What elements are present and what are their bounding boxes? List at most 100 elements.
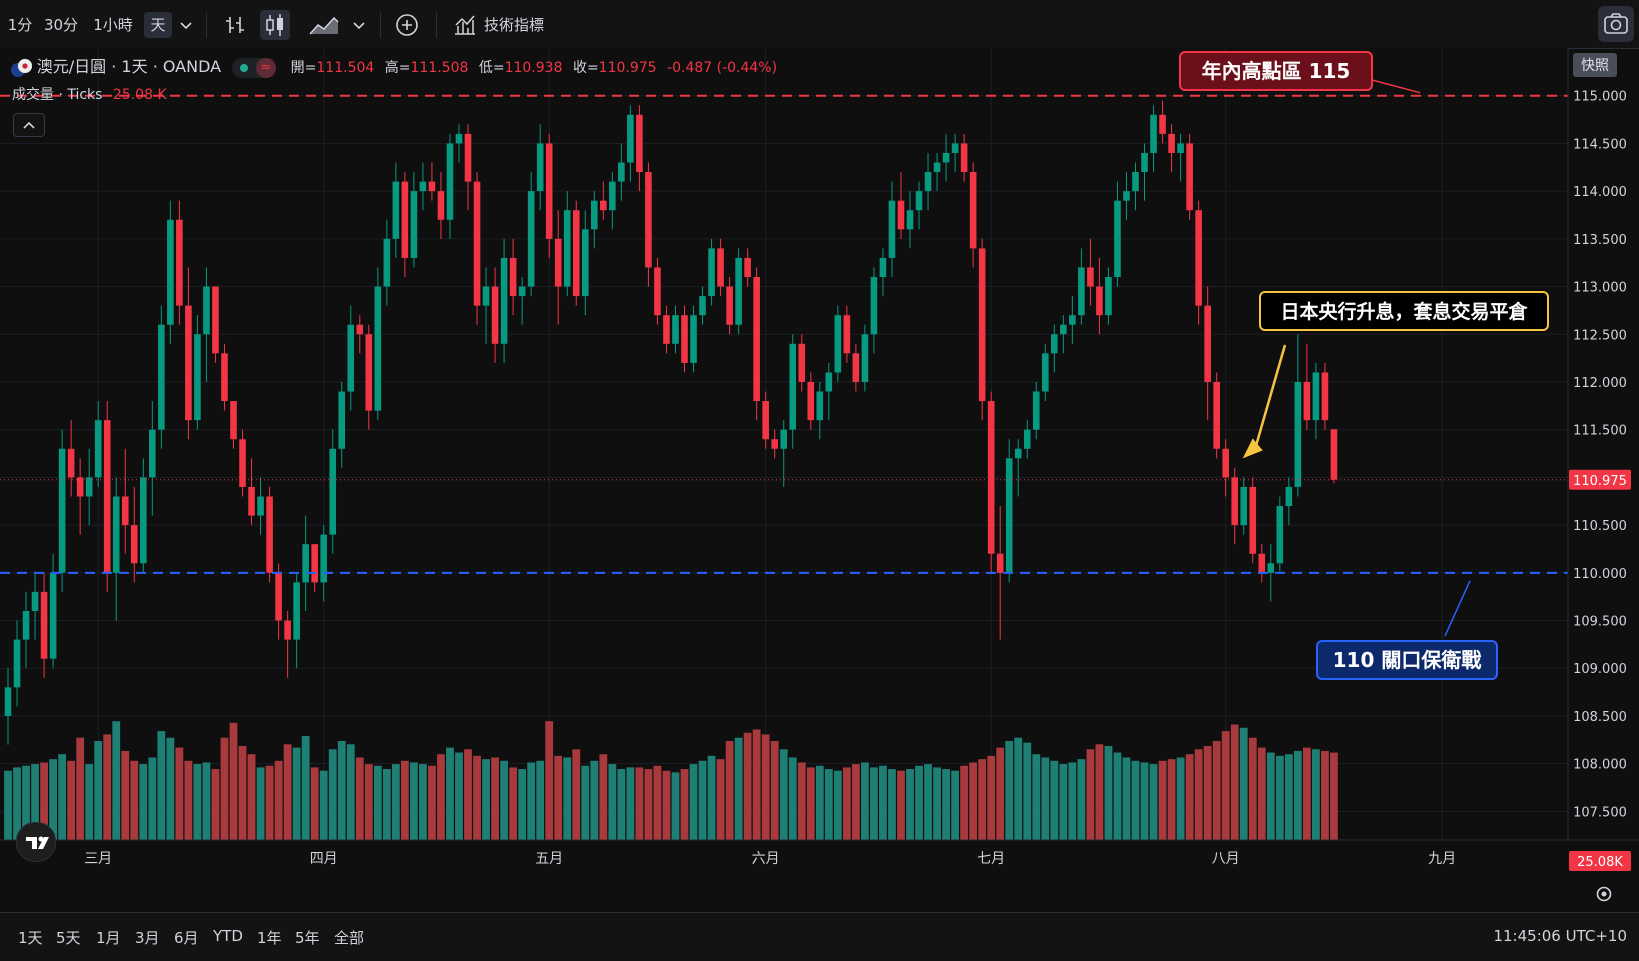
volume-bar: [1230, 724, 1239, 840]
range-5d-button[interactable]: 5天: [56, 927, 81, 948]
candle-body: [401, 181, 409, 258]
candle-body: [798, 343, 806, 382]
volume-bar: [698, 760, 707, 840]
candle-body: [663, 315, 670, 344]
tradingview-logo[interactable]: [16, 822, 56, 862]
candle-body: [149, 429, 156, 478]
volume-bar: [1032, 754, 1041, 840]
volume-bar: [58, 754, 67, 840]
volume-bar: [527, 762, 536, 840]
candle-body: [275, 572, 282, 621]
candle-body: [1267, 563, 1275, 573]
range-all-button[interactable]: 全部: [334, 927, 364, 948]
candle-body: [1294, 381, 1302, 487]
volume-bar: [1293, 750, 1302, 840]
candle-body: [1005, 458, 1013, 573]
volume-bar: [1302, 747, 1311, 840]
volume-bar: [382, 769, 391, 840]
volume-bar: [969, 762, 978, 840]
volume-bar: [428, 765, 436, 840]
volume-bar: [148, 757, 157, 840]
chart-settings-gear-icon[interactable]: [1596, 886, 1612, 902]
volume-bar: [815, 765, 824, 840]
candle-body: [699, 296, 706, 316]
candle-body: [672, 315, 679, 344]
candle-body: [1060, 324, 1067, 335]
volume-bar: [482, 759, 490, 840]
candle-body: [1186, 143, 1193, 211]
candle-body: [654, 267, 661, 316]
collapse-legend-button[interactable]: [13, 113, 45, 137]
candle-body: [1150, 114, 1157, 153]
volume-bar: [861, 762, 869, 840]
candle-body: [1087, 267, 1094, 287]
volume-bar: [419, 764, 427, 840]
candle-body: [1123, 191, 1130, 201]
volume-bar: [680, 769, 689, 840]
candle-body: [103, 420, 111, 573]
volume-bar: [292, 747, 301, 840]
volume-bar: [590, 760, 599, 840]
candle-body: [500, 257, 508, 344]
x-axis-tick-label: 八月: [1212, 851, 1240, 867]
volume-bar: [951, 770, 959, 840]
range-1d-button[interactable]: 1天: [18, 927, 43, 948]
price-chart[interactable]: 115.000 114.500 114.000 113.500 113.000 112.5…: [0, 0, 1639, 960]
y-axis-tick-label: 112.000: [1573, 376, 1627, 391]
volume-bar: [797, 762, 806, 840]
y-axis-tick-label: 109.000: [1573, 662, 1627, 677]
volume-bar: [572, 749, 581, 840]
volume-bar: [1330, 752, 1338, 840]
volume-bar: [897, 770, 905, 840]
range-1y-button[interactable]: 1年: [257, 927, 282, 948]
candle-body: [419, 181, 427, 192]
candle-body: [130, 525, 138, 564]
candle-body: [176, 219, 183, 306]
volume-bar: [1212, 741, 1221, 840]
candle-body: [987, 401, 995, 554]
volume-bar: [130, 760, 139, 840]
volume-bar: [455, 752, 463, 840]
volume-bar: [599, 754, 608, 840]
volume-bar: [373, 765, 382, 840]
y-axis-tick-label: 113.500: [1573, 233, 1627, 248]
candle-body: [509, 257, 517, 297]
candle-body: [834, 315, 842, 373]
candle-body: [762, 401, 769, 440]
range-ytd-button[interactable]: YTD: [213, 927, 243, 945]
range-6m-button[interactable]: 6月: [174, 927, 199, 948]
range-5y-button[interactable]: 5年: [295, 927, 320, 948]
volume-bar: [1248, 737, 1257, 840]
volume-label[interactable]: 成交量 · Ticks: [12, 87, 102, 103]
gear-center: [1601, 891, 1607, 897]
candle-body: [410, 191, 418, 258]
volume-bar: [1266, 752, 1275, 840]
volume-bar: [1005, 741, 1014, 840]
candle-body: [1078, 267, 1085, 316]
y-axis-tick-label: 115.000: [1573, 90, 1627, 105]
volume-bar: [202, 762, 211, 840]
range-1m-button[interactable]: 1月: [96, 927, 121, 948]
volume-bar: [85, 764, 94, 840]
range-3m-button[interactable]: 3月: [135, 927, 160, 948]
candle-body: [717, 248, 724, 287]
candle-body: [572, 210, 580, 297]
candle-body: [329, 448, 337, 535]
symbol-title[interactable]: 澳元/日圓 · 1天 · OANDA: [37, 57, 221, 76]
candle-body: [1014, 448, 1022, 459]
volume-bar: [238, 745, 247, 840]
volume-bar: [464, 749, 472, 840]
candle-body: [58, 448, 66, 573]
volume-bar: [851, 764, 860, 840]
volume-bar: [870, 767, 878, 840]
volume-bar: [500, 760, 508, 840]
volume-bar: [1221, 731, 1230, 840]
candle-body: [1213, 381, 1220, 449]
market-open-dot-icon: [239, 63, 248, 72]
candle-body: [1159, 114, 1166, 134]
y-axis-tick-label: 113.000: [1573, 281, 1627, 296]
volume-bar: [563, 757, 572, 840]
volume-bar: [1312, 749, 1320, 840]
clock-timezone[interactable]: 11:45:06 UTC+10: [1493, 927, 1627, 945]
y-axis-tick-label: 111.500: [1573, 424, 1627, 439]
